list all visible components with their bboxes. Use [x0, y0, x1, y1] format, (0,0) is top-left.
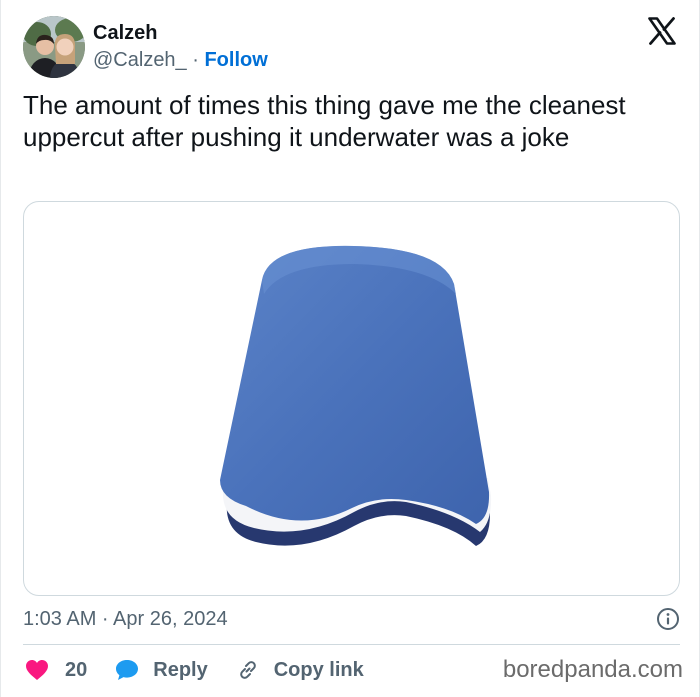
like-button[interactable]: 20	[25, 659, 87, 682]
reply-label: Reply	[153, 658, 208, 681]
handle[interactable]: @Calzeh_	[93, 49, 187, 71]
copy-link-label: Copy link	[273, 658, 364, 681]
x-logo-icon[interactable]	[647, 16, 677, 46]
timestamp[interactable]: 1:03 AM · Apr 26, 2024	[23, 608, 228, 631]
author-names: Calzeh @Calzeh_ · Follow	[93, 21, 268, 73]
copy-link-button[interactable]: Copy link	[236, 658, 364, 682]
divider	[23, 644, 680, 645]
tweet-header: Calzeh @Calzeh_ · Follow	[23, 16, 268, 78]
watermark: boredpanda.com	[502, 656, 683, 683]
info-icon[interactable]	[656, 607, 680, 631]
handle-separator: ·	[186, 49, 205, 71]
tweet-text: The amount of times this thing gave me t…	[23, 90, 626, 152]
heart-icon	[26, 660, 48, 680]
kickboard-image	[220, 245, 492, 546]
like-count: 20	[65, 658, 88, 681]
reply-bubble-icon	[116, 660, 139, 680]
timestamp-row: 1:03 AM · Apr 26, 2024	[23, 604, 680, 634]
avatar-photo	[23, 16, 85, 78]
link-icon	[239, 661, 256, 679]
tweet-media[interactable]	[23, 201, 680, 596]
avatar[interactable]	[23, 16, 85, 78]
reply-button[interactable]: Reply	[115, 658, 208, 682]
display-name[interactable]: Calzeh	[93, 21, 268, 45]
action-bar: 20 Reply Copy link	[25, 654, 392, 686]
handle-row: @Calzeh_ · Follow	[93, 47, 268, 73]
follow-button[interactable]: Follow	[204, 49, 267, 71]
tweet-card: Calzeh @Calzeh_ · Follow The amount of t…	[0, 0, 700, 697]
